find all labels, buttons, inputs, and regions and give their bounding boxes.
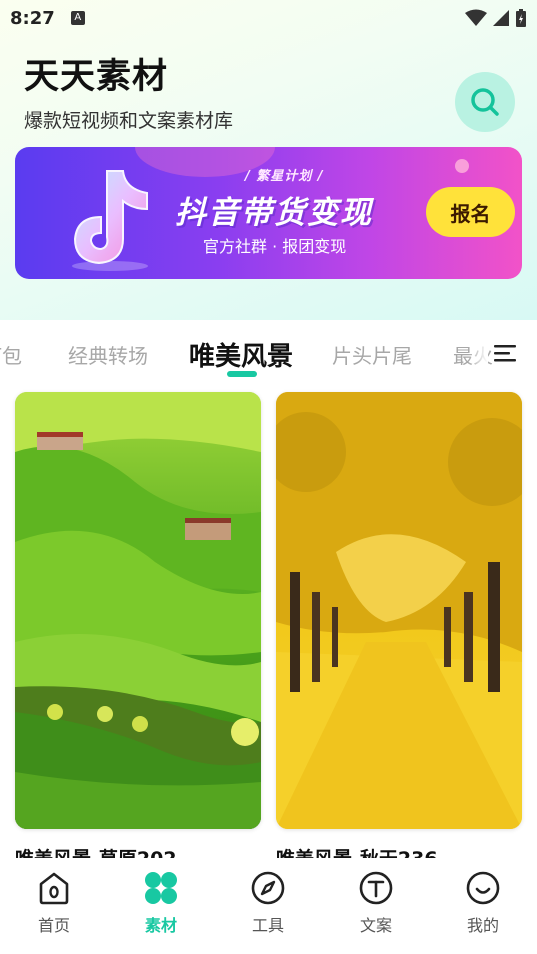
nav-label: 我的 bbox=[466, 916, 499, 935]
home-icon bbox=[39, 872, 69, 905]
nav-label: 工具 bbox=[251, 916, 284, 935]
banner-decoration bbox=[455, 159, 469, 173]
card-thumbnail-autumn bbox=[276, 392, 522, 829]
tab-scenery[interactable]: 唯美风景 bbox=[189, 336, 293, 373]
status-time: 8:27 bbox=[10, 7, 55, 29]
status-bar: 8:27 A bbox=[0, 0, 537, 36]
clover-icon bbox=[145, 872, 177, 904]
bottom-nav: 首页 素材 工具 文案 我的 bbox=[0, 858, 537, 954]
compass-icon bbox=[251, 871, 285, 905]
category-tabs: 打包 经典转场 唯美风景 片头片尾 最火 bbox=[0, 330, 537, 380]
nav-label: 文案 bbox=[359, 916, 392, 935]
tab-pack[interactable]: 打包 bbox=[0, 340, 22, 369]
nav-item-profile[interactable]: 我的 bbox=[443, 870, 523, 936]
tab-transitions[interactable]: 经典转场 bbox=[68, 340, 148, 369]
signup-button[interactable]: 报名 bbox=[426, 187, 515, 237]
nav-label: 素材 bbox=[144, 916, 177, 935]
nav-item-materials[interactable]: 素材 bbox=[121, 870, 201, 936]
banner-tag: / 繁星计划 / bbox=[245, 169, 324, 184]
smile-icon bbox=[466, 871, 500, 905]
app-title: 天天素材 bbox=[24, 57, 169, 97]
card-title: 唯美风景-秋天236 bbox=[276, 844, 438, 858]
nav-label: 首页 bbox=[37, 916, 70, 935]
search-button[interactable] bbox=[455, 72, 515, 132]
material-card[interactable] bbox=[276, 392, 522, 829]
notification-icon: A bbox=[70, 11, 85, 25]
promo-banner[interactable]: / 繁星计划 / 抖音带货变现 官方社群 · 报团变现 报名 bbox=[15, 147, 522, 279]
app-subtitle: 爆款短视频和文案素材库 bbox=[24, 110, 234, 132]
card-title: 唯美风景-草原202 bbox=[15, 844, 177, 858]
tab-indicator bbox=[227, 371, 257, 377]
signal-icon bbox=[493, 10, 509, 26]
tab-fade bbox=[468, 330, 488, 380]
search-icon bbox=[471, 88, 499, 116]
nav-item-copywriting[interactable]: 文案 bbox=[336, 870, 416, 936]
nav-item-home[interactable]: 首页 bbox=[14, 870, 94, 936]
douyin-logo-icon bbox=[72, 170, 148, 271]
tab-intro-outro[interactable]: 片头片尾 bbox=[332, 340, 412, 369]
banner-subtitle: 官方社群 · 报团变现 bbox=[203, 237, 347, 256]
text-icon bbox=[359, 871, 393, 905]
wifi-icon bbox=[465, 9, 487, 26]
status-icons bbox=[465, 8, 527, 28]
material-card[interactable] bbox=[15, 392, 261, 829]
menu-icon[interactable] bbox=[494, 344, 516, 362]
nav-item-tools[interactable]: 工具 bbox=[228, 870, 308, 936]
battery-icon bbox=[516, 9, 526, 27]
card-thumbnail-meadow bbox=[15, 392, 261, 829]
banner-headline: 抖音带货变现 bbox=[175, 195, 373, 231]
